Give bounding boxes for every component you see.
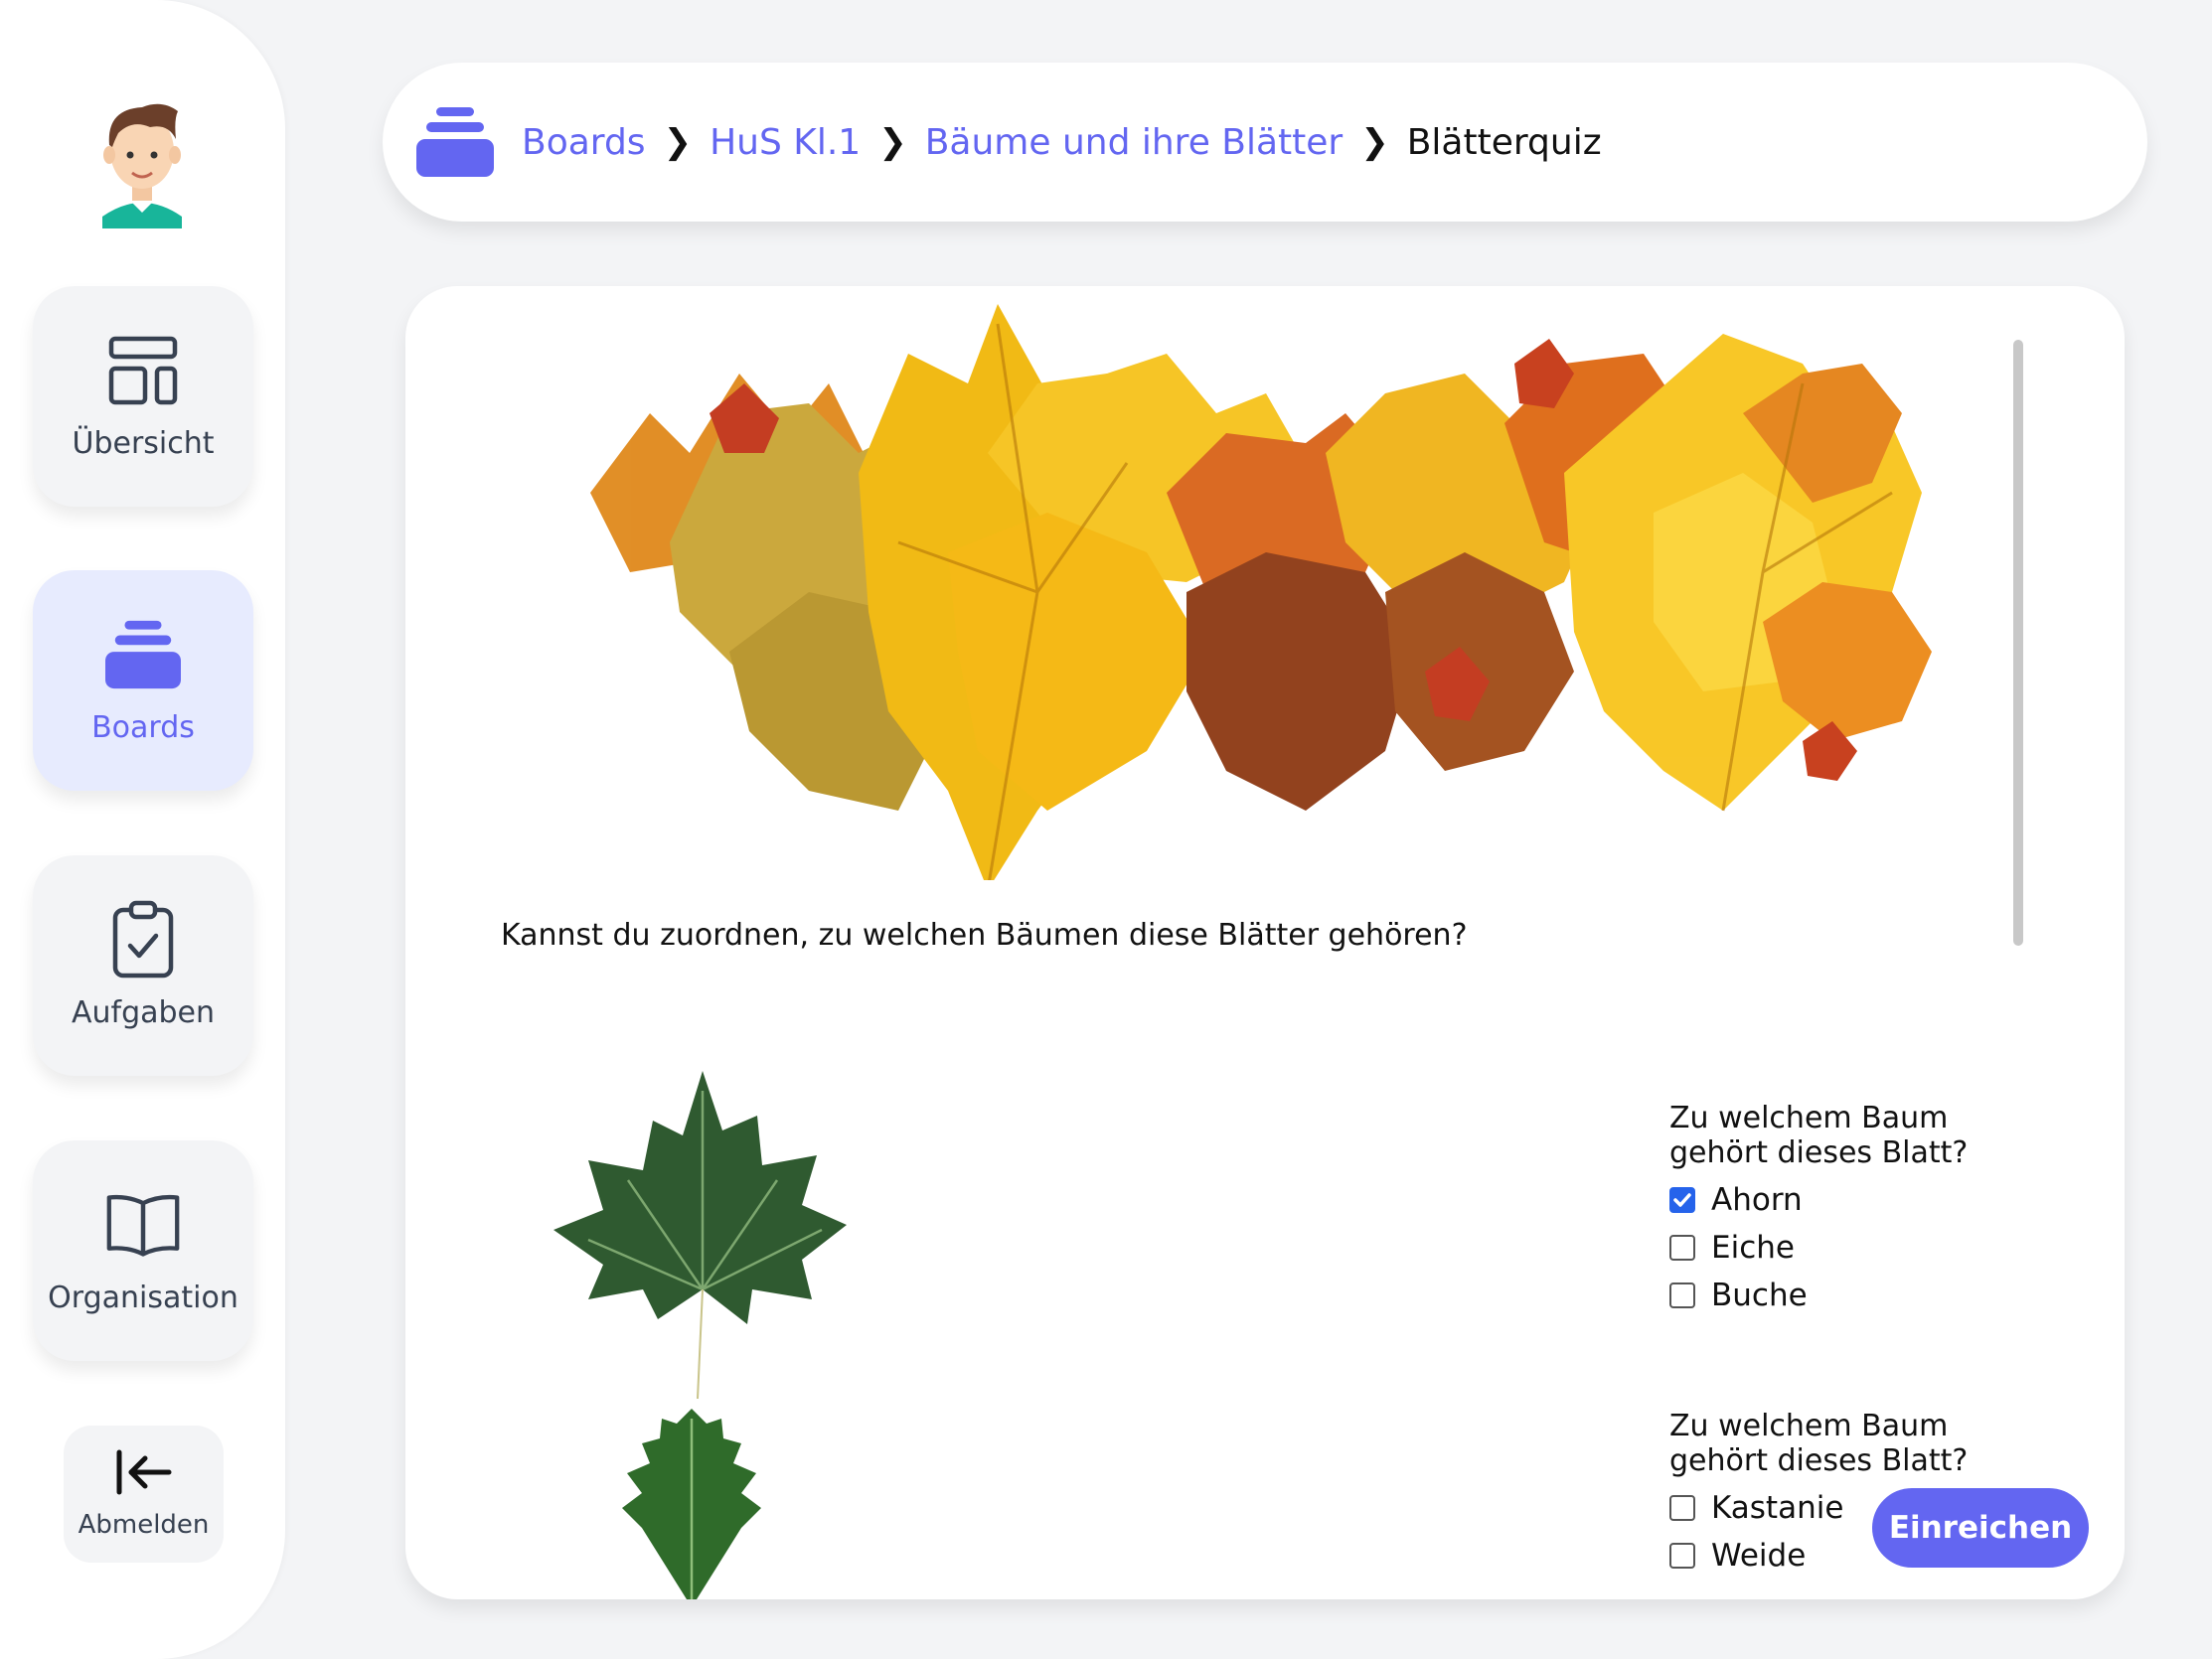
- option-ahorn[interactable]: Ahorn: [1669, 1176, 1991, 1224]
- option-label: Buche: [1711, 1278, 1808, 1313]
- avatar[interactable]: [92, 89, 192, 228]
- autumn-leaves-banner-image: [590, 304, 1932, 880]
- quiz-card: Kannst du zuordnen, zu welchen Bäumen di…: [405, 286, 2125, 1599]
- quiz-intro: Kannst du zuordnen, zu welchen Bäumen di…: [501, 918, 1468, 953]
- stack-icon: [105, 617, 181, 692]
- question-1: Zu welchem Baum gehört dieses Blatt? Aho…: [1669, 1101, 1991, 1319]
- breadcrumb-hus-kl1[interactable]: HuS Kl.1: [710, 122, 861, 163]
- checkbox[interactable]: [1669, 1543, 1695, 1569]
- sidebar: Übersicht Boards Aufgaben Organisation A…: [0, 0, 285, 1659]
- nav-boards[interactable]: Boards: [33, 570, 253, 791]
- scrollbar[interactable]: [2013, 340, 2023, 946]
- nav-ubersicht[interactable]: Übersicht: [33, 286, 253, 507]
- option-label: Ahorn: [1711, 1182, 1803, 1218]
- breadcrumb-baeume[interactable]: Bäume und ihre Blätter: [925, 122, 1343, 163]
- book-icon: [105, 1187, 181, 1263]
- layout-icon: [105, 333, 181, 408]
- logout-label: Abmelden: [78, 1510, 210, 1540]
- nav-aufgaben[interactable]: Aufgaben: [33, 855, 253, 1076]
- checkmark-icon: [1673, 1193, 1691, 1207]
- logout-button[interactable]: Abmelden: [64, 1426, 224, 1563]
- clipboard-check-icon: [105, 900, 181, 978]
- option-label: Weide: [1711, 1538, 1807, 1574]
- checkbox[interactable]: [1669, 1495, 1695, 1521]
- nav-label-aufgaben: Aufgaben: [71, 994, 216, 1030]
- chevron-right-icon: ❯: [878, 122, 907, 162]
- submit-button[interactable]: Einreichen: [1872, 1488, 2089, 1568]
- logout-arrow-icon: [116, 1449, 171, 1495]
- stack-icon: [416, 107, 494, 177]
- nav-label-organisation: Organisation: [48, 1280, 238, 1315]
- checkbox-checked[interactable]: [1669, 1187, 1695, 1213]
- chevron-right-icon: ❯: [1360, 122, 1389, 162]
- option-eiche[interactable]: Eiche: [1669, 1224, 1991, 1272]
- checkbox[interactable]: [1669, 1235, 1695, 1261]
- breadcrumb-boards[interactable]: Boards: [522, 122, 646, 163]
- breadcrumb: Boards ❯ HuS Kl.1 ❯ Bäume und ihre Blätt…: [383, 63, 2147, 222]
- checkbox[interactable]: [1669, 1282, 1695, 1308]
- question-text: Zu welchem Baum gehört dieses Blatt?: [1669, 1101, 1969, 1170]
- nav-organisation[interactable]: Organisation: [33, 1140, 253, 1361]
- nav-label-ubersicht: Übersicht: [72, 425, 215, 461]
- oak-leaf-image: [622, 1409, 761, 1599]
- breadcrumb-current: Blätterquiz: [1406, 121, 1602, 163]
- option-label: Eiche: [1711, 1230, 1795, 1266]
- question-text: Zu welchem Baum gehört dieses Blatt?: [1669, 1409, 1969, 1478]
- option-buche[interactable]: Buche: [1669, 1272, 1991, 1319]
- maple-leaf-image: [553, 1071, 847, 1399]
- chevron-right-icon: ❯: [663, 122, 693, 162]
- nav-label-boards: Boards: [91, 709, 195, 745]
- option-label: Kastanie: [1711, 1490, 1844, 1526]
